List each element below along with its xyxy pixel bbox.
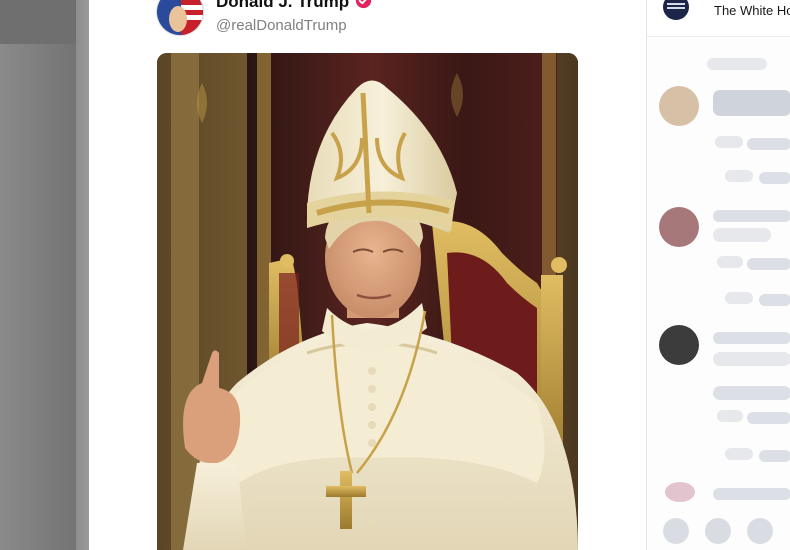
comment-avatar[interactable] xyxy=(659,207,699,247)
blurred-comment xyxy=(713,332,790,344)
author-handle[interactable]: @realDonaldTrump xyxy=(216,17,347,34)
side-panel-header: The White Ho xyxy=(647,0,790,37)
blurred-comment xyxy=(713,488,790,500)
author-name-text[interactable]: Donald J. Trump xyxy=(216,0,349,11)
flag-avatar-icon xyxy=(157,0,203,35)
blurred-comment xyxy=(713,210,790,222)
like-icon[interactable] xyxy=(663,518,689,544)
post-image[interactable] xyxy=(157,53,578,550)
blurred-text xyxy=(747,258,790,270)
white-house-logo-icon[interactable] xyxy=(663,0,689,20)
blurred-text xyxy=(759,450,790,462)
author-avatar[interactable] xyxy=(156,0,204,36)
verified-badge-icon xyxy=(356,0,372,9)
blurred-text xyxy=(759,172,790,184)
blurred-text xyxy=(747,138,790,150)
comment-avatar[interactable] xyxy=(659,325,699,365)
blurred-text xyxy=(707,58,767,70)
blurred-text xyxy=(725,448,753,460)
blurred-text xyxy=(725,170,753,182)
blurred-text xyxy=(747,412,790,424)
blurred-text xyxy=(717,410,743,422)
side-account-label[interactable]: The White Ho xyxy=(714,3,790,18)
blurred-comment xyxy=(713,228,771,242)
blurred-text xyxy=(715,136,743,148)
pope-portrait-image xyxy=(157,53,578,550)
blurred-text xyxy=(725,292,753,304)
blurred-comment xyxy=(713,90,790,116)
share-icon[interactable] xyxy=(747,518,773,544)
background-window xyxy=(0,0,89,550)
post-card: Donald J. Trump @realDonaldTrump xyxy=(89,0,646,550)
comment-icon[interactable] xyxy=(705,518,731,544)
blurred-text xyxy=(717,256,743,268)
blurred-comment xyxy=(713,352,790,366)
window-edge xyxy=(76,0,89,550)
blurred-comment xyxy=(713,386,790,400)
comment-avatar[interactable] xyxy=(659,86,699,126)
comment-avatar[interactable] xyxy=(665,482,695,502)
blurred-text xyxy=(759,294,790,306)
comments-panel: The White Ho xyxy=(646,0,790,550)
author-name[interactable]: Donald J. Trump xyxy=(216,0,372,12)
